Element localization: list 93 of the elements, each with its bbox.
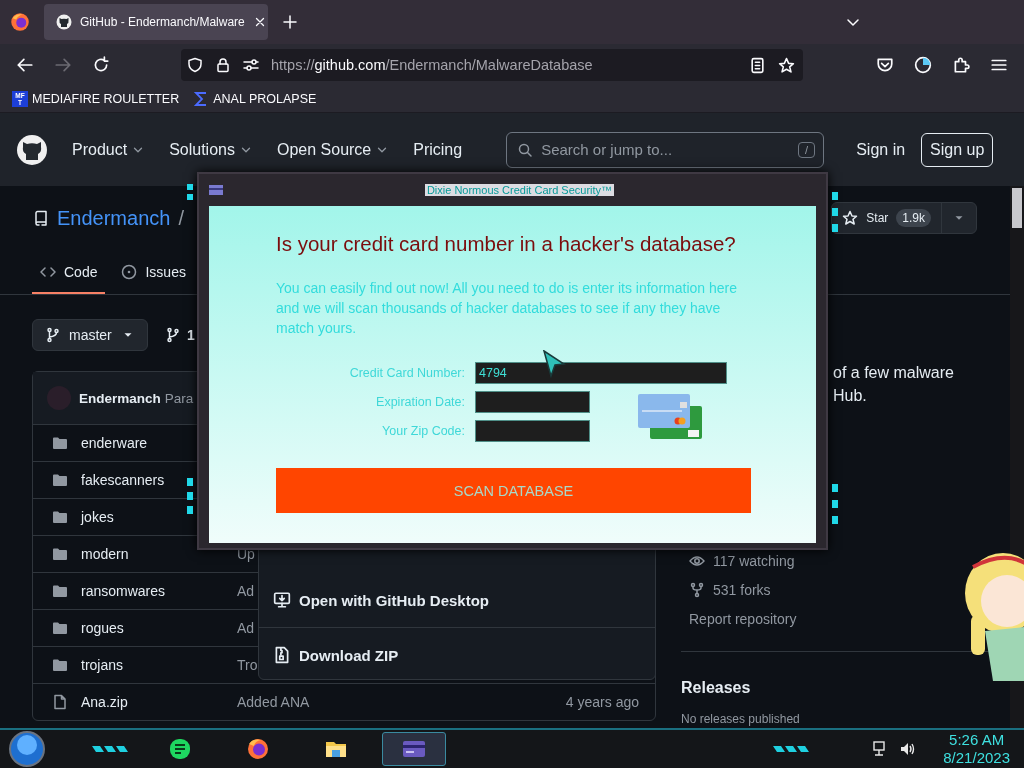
branch-icon	[165, 327, 181, 343]
sign-up-button[interactable]: Sign up	[921, 132, 994, 167]
nav-link[interactable]: Pricing	[413, 140, 463, 159]
bookmark-star-icon[interactable]	[778, 56, 795, 74]
commit-author[interactable]: Endermanch	[79, 390, 161, 406]
menu-item[interactable]: Open with GitHub Desktop	[259, 583, 655, 617]
folder-icon	[52, 546, 68, 562]
search-icon	[517, 141, 534, 158]
commit-message[interactable]: Up	[237, 546, 255, 562]
nav-link[interactable]: Solutions	[169, 140, 253, 159]
accent-lights-drawing	[90, 744, 130, 754]
logo-icon[interactable]	[16, 133, 48, 166]
about-text: of a few malware	[833, 363, 955, 383]
owner-link[interactable]: Endermanch	[57, 206, 171, 230]
releases-note: No releases published	[681, 712, 801, 726]
file-name[interactable]: modern	[81, 546, 237, 562]
branch-button[interactable]: master	[32, 319, 148, 351]
stat-link[interactable]: 117 watching	[713, 552, 795, 569]
bookmark-item[interactable]: ANAL PROLAPSE	[193, 91, 317, 107]
nav-link[interactable]: Open Source	[276, 140, 390, 159]
commit-message[interactable]: Ad	[237, 583, 255, 599]
report-link[interactable]: Report repository	[689, 604, 797, 633]
dialog-text: You can easily find out now! All you need to do is enter its information here and we will scan thousands of hacker databases to see if any they have match yours.	[276, 279, 738, 338]
clock[interactable]: 5:26 AM 8/21/2023	[943, 731, 1010, 767]
issue-icon	[121, 264, 138, 280]
repo-icon	[33, 210, 49, 226]
address-bar[interactable]: https://github.com/Endermanch/MalwareDatabase	[181, 49, 803, 81]
branch-count[interactable]: 1	[165, 327, 195, 343]
zip-file-icon	[273, 646, 291, 664]
field-label: Expiration Date:	[375, 395, 466, 409]
file-name[interactable]: ransomwares	[81, 583, 237, 599]
reload-icon[interactable]	[92, 56, 110, 74]
file-name[interactable]: rogues	[81, 620, 237, 636]
folder-icon	[52, 509, 68, 525]
code-icon	[40, 264, 56, 280]
text-field[interactable]	[475, 391, 590, 413]
credit-cards-icon	[638, 393, 703, 440]
accent-lights-drawing	[771, 744, 812, 754]
pocket-icon[interactable]	[876, 56, 894, 74]
path-separator: /	[178, 206, 184, 230]
cursor-icon	[542, 350, 566, 378]
menu-item[interactable]: Download ZIP	[259, 638, 655, 672]
extensions-icon[interactable]	[952, 56, 970, 74]
star-count: 1.9k	[896, 209, 931, 227]
repo-tab[interactable]: Issues	[113, 252, 194, 294]
commit-time: 4 years ago	[565, 694, 639, 710]
field-label: Your Zip Code:	[381, 424, 466, 438]
folder-icon	[52, 435, 68, 451]
file-name[interactable]: trojans	[81, 657, 237, 673]
start-button[interactable]	[8, 730, 46, 768]
file-icon	[52, 694, 68, 710]
scroll-thumb[interactable]	[1012, 188, 1022, 228]
commit-message[interactable]: Added ANA	[237, 694, 310, 710]
repo-tab[interactable]: Code	[32, 252, 106, 294]
folder-icon	[52, 620, 68, 636]
reader-view-icon[interactable]	[749, 56, 766, 74]
folder-icon	[52, 657, 68, 673]
shortcut-key: /	[798, 141, 816, 158]
dialog-heading: Is your credit card number in a hacker's database?	[276, 231, 737, 257]
commit-message[interactable]: Tro	[237, 657, 258, 673]
star-icon	[842, 210, 859, 226]
commit-message[interactable]: Ad	[237, 620, 255, 636]
url-text: https://github.com/Endermanch/MalwareDatabase	[271, 57, 593, 73]
file-name[interactable]: Ana.zip	[81, 694, 237, 710]
account-icon[interactable]	[914, 56, 932, 74]
folder-icon	[52, 472, 68, 488]
back-icon[interactable]	[16, 56, 34, 74]
section-heading: Releases	[681, 678, 752, 698]
fork-icon	[689, 581, 705, 598]
app-icon	[209, 185, 223, 195]
shield-icon	[187, 57, 203, 73]
site-logo-icon	[56, 14, 72, 30]
new-tab-icon[interactable]	[282, 14, 298, 30]
notes-app-icon	[168, 737, 192, 761]
field-label: Credit Card Number:	[348, 366, 466, 380]
browser-tab[interactable]: GitHub - Endermanch/Malware	[44, 4, 268, 40]
browser-logo-icon	[246, 737, 270, 761]
text-field[interactable]	[475, 420, 590, 442]
nav-link[interactable]: Product	[72, 140, 146, 159]
sign-in-link[interactable]: Sign in	[856, 140, 906, 159]
text-field[interactable]: 4794	[475, 362, 727, 384]
desktop-icon	[273, 591, 291, 609]
browser-logo-icon[interactable]	[10, 12, 30, 32]
permissions-icon	[243, 57, 259, 73]
window-title: Dixie Normous Credit Card Security™	[424, 184, 615, 196]
branch-icon	[45, 327, 61, 343]
commit-message: Para	[164, 390, 194, 406]
stat-link[interactable]: 531 forks	[713, 581, 771, 598]
star-button[interactable]: Star 1.9k	[832, 203, 941, 233]
about-text: Hub.	[833, 386, 868, 406]
search-field[interactable]: Search or jump to... /	[506, 131, 825, 168]
lock-icon	[215, 57, 231, 73]
folder-icon	[52, 583, 68, 599]
